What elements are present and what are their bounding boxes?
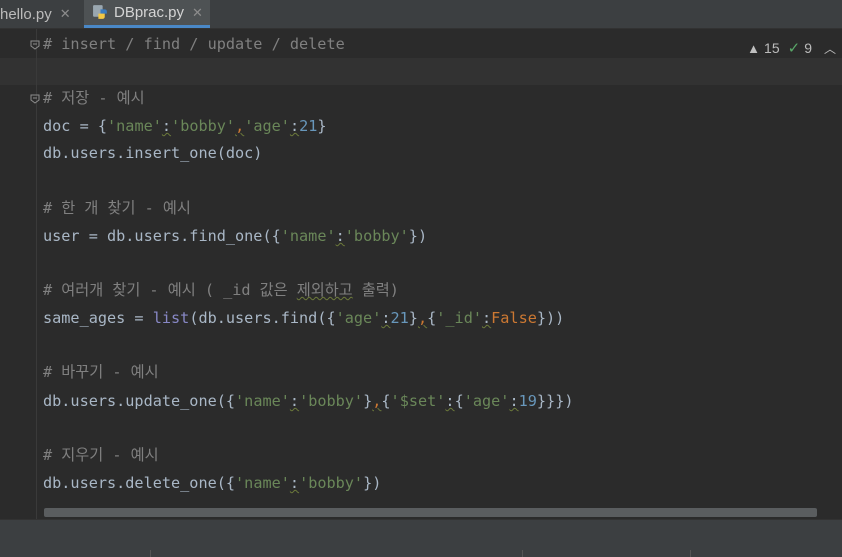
tab-dbprac-py[interactable]: DBprac.py ✕ bbox=[84, 0, 210, 28]
close-icon[interactable]: ✕ bbox=[60, 6, 71, 22]
editor-tab-bar: hello.py ✕ DBprac.py ✕ bbox=[0, 0, 842, 29]
status-bar bbox=[0, 519, 842, 557]
tab-hello-py[interactable]: hello.py ✕ bbox=[0, 0, 82, 28]
code-line-16: # 지우기 - 예시 bbox=[43, 446, 159, 464]
code-line-17: db.users.delete_one({'name':'bobby'}) bbox=[43, 474, 382, 492]
tab-label: DBprac.py bbox=[114, 4, 185, 21]
code-line-11: same_ages = list(db.users.find({'age':21… bbox=[43, 309, 565, 327]
warning-count: 15 bbox=[764, 40, 780, 56]
weak-warning-count: 9 bbox=[804, 40, 812, 56]
fold-marker-icon[interactable] bbox=[30, 40, 40, 50]
close-icon[interactable]: ✕ bbox=[192, 5, 203, 21]
code-line-4: doc = {'name':'bobby','age':21} bbox=[43, 117, 327, 135]
fold-marker-icon[interactable] bbox=[30, 94, 40, 104]
caret-line-highlight bbox=[0, 58, 842, 85]
python-file-icon bbox=[93, 5, 107, 19]
weak-warning-check-icon: ✓ bbox=[787, 40, 801, 57]
code-line-14: db.users.update_one({'name':'bobby'},{'$… bbox=[43, 392, 574, 410]
code-line-10: # 여러개 찾기 - 예시 ( _id 값은 제외하고 출력) bbox=[43, 281, 399, 299]
code-line-5: db.users.insert_one(doc) bbox=[43, 144, 263, 162]
chevron-up-icon[interactable]: ︿ bbox=[824, 40, 836, 57]
horizontal-scrollbar[interactable] bbox=[44, 508, 817, 517]
inspection-widget[interactable]: ▲ 15 ✓ 9 ︿ bbox=[747, 38, 836, 58]
code-line-8: user = db.users.find_one({'name':'bobby'… bbox=[43, 227, 428, 245]
warning-icon: ▲ bbox=[747, 40, 761, 56]
code-line-3: # 저장 - 예시 bbox=[43, 89, 145, 107]
tab-label: hello.py bbox=[0, 5, 52, 23]
code-line-1: # insert / find / update / delete bbox=[43, 35, 345, 53]
code-line-13: # 바꾸기 - 예시 bbox=[43, 363, 159, 381]
code-line-7: # 한 개 찾기 - 예시 bbox=[43, 199, 191, 217]
